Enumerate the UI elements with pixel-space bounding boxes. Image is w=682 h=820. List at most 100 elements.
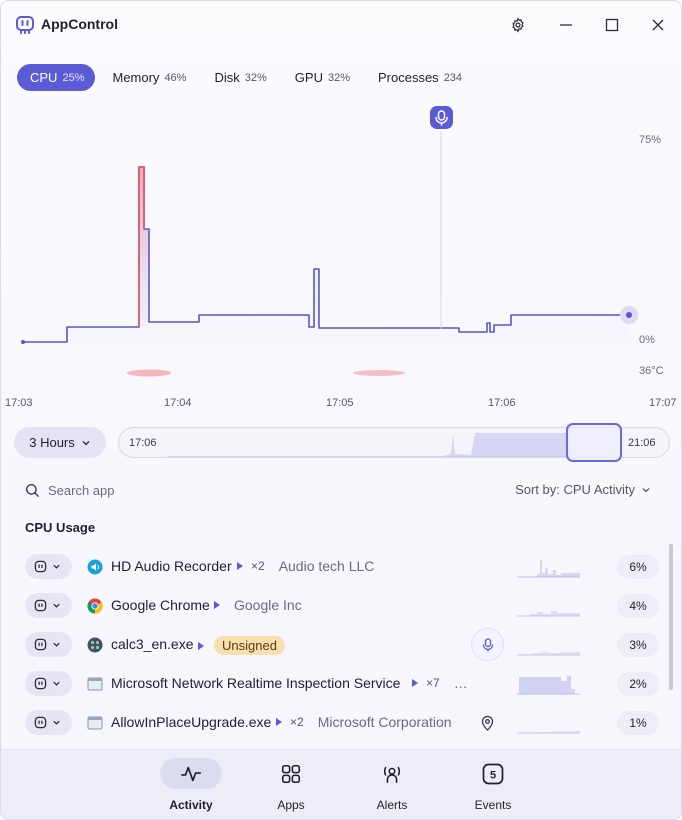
process-meta: ×2 Microsoft Corporation	[276, 714, 452, 730]
cpu-sparkline	[517, 560, 580, 578]
range-start-label: 17:06	[129, 437, 157, 449]
process-row[interactable]: AllowInPlaceUpgrade.exe ×2 Microsoft Cor…	[1, 703, 673, 742]
tab-cpu[interactable]: CPU 25%	[17, 64, 96, 91]
microphone-icon	[482, 637, 493, 652]
cpu-percent: 1%	[617, 711, 659, 735]
nav-label: Activity	[169, 798, 213, 812]
process-name: HD Audio Recorder	[111, 558, 232, 574]
maximize-icon	[605, 18, 619, 32]
tab-memory[interactable]: Memory 46%	[99, 64, 197, 91]
expand-arrow-icon[interactable]	[198, 641, 204, 650]
tab-value: 32%	[244, 71, 267, 84]
nav-label: Events	[474, 798, 512, 812]
instance-count: ×2	[251, 559, 265, 573]
metric-tabs: CPU 25% Memory 46% Disk 32% GPU 32% Proc…	[17, 64, 473, 91]
mic-marker[interactable]	[430, 106, 453, 129]
nav-events[interactable]: 5 Events	[461, 758, 525, 814]
minimize-icon	[560, 24, 572, 26]
search-box	[25, 480, 225, 500]
tab-value: 234	[443, 71, 463, 84]
nav-alerts-pill	[361, 758, 423, 789]
process-action-toggle[interactable]	[25, 632, 72, 657]
cpu-line	[23, 166, 629, 343]
location-icon[interactable]	[480, 715, 495, 731]
app-logo-icon	[16, 16, 34, 34]
settings-button[interactable]	[506, 13, 530, 37]
cpu-sparkline	[517, 611, 580, 617]
process-name: Google Chrome	[111, 597, 210, 613]
process-row[interactable]: Microsoft Network Realtime Inspection Se…	[1, 664, 673, 703]
search-icon	[25, 483, 40, 497]
chevron-down-icon	[53, 720, 60, 725]
expand-arrow-icon[interactable]	[237, 562, 243, 570]
events-count: 5	[490, 769, 496, 781]
nav-apps[interactable]: Apps	[259, 758, 323, 814]
close-button[interactable]	[646, 13, 670, 37]
expand-arrow-icon[interactable]	[276, 718, 282, 726]
tab-label: Disk	[214, 70, 240, 85]
time-range-dropdown[interactable]: 3 Hours	[14, 427, 106, 458]
chevron-down-icon	[53, 642, 60, 647]
app-control-icon	[34, 599, 47, 612]
nav-activity[interactable]: Activity	[159, 758, 223, 814]
process-name: calc3_en.exe	[111, 636, 194, 652]
process-action-toggle[interactable]	[25, 671, 72, 696]
process-meta: ×7 …	[412, 675, 468, 691]
generic-app-icon	[87, 637, 103, 653]
tab-gpu[interactable]: GPU 32%	[282, 64, 361, 91]
sort-dropdown[interactable]: Sort by: CPU Activity	[515, 482, 651, 497]
process-row[interactable]: Google Chrome Google Inc 4%	[1, 586, 673, 625]
process-vendor: Google Inc	[234, 597, 302, 613]
list-scrollbar[interactable]	[669, 544, 673, 690]
maximize-button[interactable]	[600, 13, 624, 37]
tab-value: 46%	[164, 71, 187, 84]
process-action-toggle[interactable]	[25, 593, 72, 618]
process-vendor: Audio tech LLC	[278, 558, 375, 574]
sort-label: Sort by: CPU Activity	[515, 482, 635, 497]
process-row[interactable]: HD Audio Recorder ×2 Audio tech LLC 6%	[1, 547, 673, 586]
range-selection-handle[interactable]	[566, 423, 622, 462]
chevron-down-icon	[53, 681, 60, 686]
expand-arrow-icon[interactable]	[412, 679, 418, 687]
window-app-icon	[87, 716, 103, 730]
microphone-access-button[interactable]	[471, 628, 504, 661]
events-badge-icon: 5	[482, 763, 504, 784]
time-range-label: 3 Hours	[29, 435, 75, 450]
app-control-icon	[34, 560, 47, 573]
process-list: HD Audio Recorder ×2 Audio tech LLC 6% G…	[1, 547, 673, 781]
nav-alerts[interactable]: Alerts	[360, 758, 424, 814]
instance-count: ×2	[290, 715, 304, 729]
app-title: AppControl	[41, 16, 118, 32]
process-name: Microsoft Network Realtime Inspection Se…	[111, 675, 401, 691]
tab-value: 25%	[62, 71, 85, 84]
cpu-percent: 4%	[617, 594, 659, 618]
nav-events-pill: 5	[462, 758, 524, 789]
app-control-icon	[34, 716, 47, 729]
cpu-percent: 3%	[617, 633, 659, 657]
temperature-peak	[353, 370, 405, 376]
minimize-button[interactable]	[554, 13, 578, 37]
tab-disk[interactable]: Disk 32%	[201, 64, 277, 91]
activity-icon	[181, 766, 201, 781]
process-meta: Unsigned	[198, 636, 285, 655]
app-window: AppControl CPU 25% Memory 46% Disk 32% G…	[0, 0, 682, 820]
tab-label: Processes	[377, 70, 439, 85]
process-action-toggle[interactable]	[25, 710, 72, 735]
nav-apps-pill	[260, 758, 322, 789]
cpu-chart	[19, 106, 638, 377]
tab-processes[interactable]: Processes 234	[365, 64, 473, 91]
instance-count: ×7	[426, 676, 440, 690]
process-row[interactable]: calc3_en.exe Unsigned 3%	[1, 625, 673, 664]
cpu-sparkline	[517, 676, 580, 695]
nav-activity-pill	[160, 758, 222, 789]
cpu-percent: 2%	[617, 672, 659, 696]
process-action-toggle[interactable]	[25, 554, 72, 579]
chrome-icon	[87, 598, 103, 614]
window-app-icon	[87, 677, 103, 691]
time-label: 17:06	[488, 397, 516, 409]
expand-arrow-icon[interactable]	[214, 601, 220, 609]
search-input[interactable]	[48, 482, 208, 498]
process-meta: Google Inc	[214, 597, 302, 613]
close-icon	[652, 19, 664, 31]
app-control-icon	[34, 677, 47, 690]
